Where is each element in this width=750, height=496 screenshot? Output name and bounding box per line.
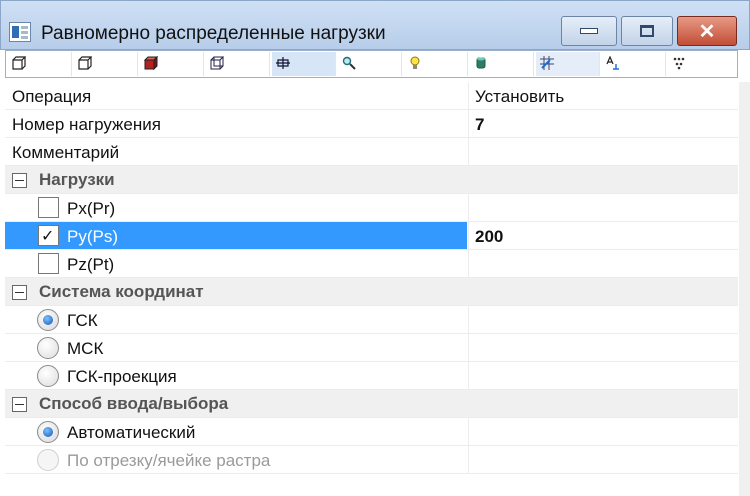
- tool-text-button[interactable]: [602, 52, 666, 76]
- maximize-button[interactable]: [621, 16, 673, 46]
- input-method-category-label: Способ ввода/выбора: [39, 394, 229, 413]
- load-py-row[interactable]: ✓ Py(Ps) 200: [5, 222, 738, 250]
- loads-category[interactable]: Нагрузки: [5, 166, 738, 194]
- tool-cube-button[interactable]: [8, 52, 72, 76]
- gsk-radio[interactable]: [37, 309, 59, 331]
- segment-cell-radio: [37, 449, 59, 471]
- toolbar: [5, 50, 738, 78]
- bulb-icon: [410, 56, 420, 69]
- collapse-icon[interactable]: [12, 397, 27, 412]
- automatic-label: Автоматический: [67, 423, 196, 442]
- comment-label: Комментарий: [12, 143, 120, 162]
- segment-cell-label: По отрезку/ячейке растра: [67, 451, 271, 470]
- cylinder-icon: [476, 57, 486, 69]
- app-window-icon: [9, 22, 31, 42]
- maximize-icon: [640, 25, 654, 37]
- load-number-value[interactable]: 7: [475, 115, 484, 135]
- load-number-label: Номер нагружения: [12, 115, 161, 134]
- close-icon: ✕: [698, 20, 716, 43]
- title-bar: Равномерно распределенные нагрузки ✕: [0, 0, 750, 50]
- gsk-label: ГСК: [67, 311, 98, 330]
- cube-outline-icon: [78, 56, 92, 70]
- dots-icon: [673, 57, 685, 70]
- tool-cube-wire-button[interactable]: [206, 52, 270, 76]
- text-icon: [606, 56, 619, 70]
- operation-row[interactable]: Операция Установить: [5, 82, 738, 110]
- px-checkbox[interactable]: [38, 197, 59, 218]
- collapse-icon[interactable]: [12, 173, 27, 188]
- grid-brush-icon: [540, 56, 554, 70]
- gsk-projection-radio[interactable]: [37, 365, 59, 387]
- load-pz-row[interactable]: Pz(Pt): [5, 250, 738, 278]
- segment-cell-row: По отрезку/ячейке растра: [5, 446, 738, 474]
- load-number-row[interactable]: Номер нагружения 7: [5, 110, 738, 138]
- cube-wire-icon: [210, 56, 224, 70]
- pz-label: Pz(Pt): [67, 255, 115, 274]
- tool-grid-button[interactable]: [272, 52, 336, 76]
- tool-magnifier-button[interactable]: [338, 52, 402, 76]
- tool-grid-brush-button[interactable]: [536, 52, 600, 76]
- scroll-edge: [739, 82, 750, 496]
- magnifier-icon: [342, 56, 356, 70]
- cube-red-icon: [144, 56, 158, 70]
- load-px-row[interactable]: Px(Pr): [5, 194, 738, 222]
- pz-checkbox[interactable]: [38, 253, 59, 274]
- minimize-button[interactable]: [561, 16, 617, 46]
- px-label: Px(Pr): [67, 199, 116, 218]
- tool-cube-red-button[interactable]: [140, 52, 204, 76]
- grid-icon: [276, 57, 290, 69]
- msk-row[interactable]: МСК: [5, 334, 738, 362]
- tool-dots-button[interactable]: [668, 52, 732, 76]
- gsk-projection-label: ГСК-проекция: [67, 367, 177, 386]
- input-method-category[interactable]: Способ ввода/выбора: [5, 390, 738, 418]
- py-value[interactable]: 200: [475, 227, 503, 247]
- gsk-projection-row[interactable]: ГСК-проекция: [5, 362, 738, 390]
- collapse-icon[interactable]: [12, 285, 27, 300]
- loads-category-label: Нагрузки: [39, 170, 115, 189]
- automatic-radio[interactable]: [37, 421, 59, 443]
- operation-value[interactable]: Установить: [475, 87, 564, 107]
- property-grid: Операция Установить Номер нагружения 7 К…: [5, 82, 738, 474]
- cube-icon: [12, 56, 26, 70]
- msk-label: МСК: [67, 339, 104, 358]
- close-button[interactable]: ✕: [677, 16, 737, 46]
- tool-bulb-button[interactable]: [404, 52, 468, 76]
- gsk-row[interactable]: ГСК: [5, 306, 738, 334]
- coord-system-category[interactable]: Система координат: [5, 278, 738, 306]
- minimize-icon: [580, 28, 598, 34]
- tool-cylinder-button[interactable]: [470, 52, 534, 76]
- operation-label: Операция: [12, 87, 92, 106]
- automatic-row[interactable]: Автоматический: [5, 418, 738, 446]
- coord-system-category-label: Система координат: [39, 282, 204, 301]
- checkmark-icon: ✓: [41, 228, 55, 245]
- msk-radio[interactable]: [37, 337, 59, 359]
- window-title: Равномерно распределенные нагрузки: [41, 23, 386, 44]
- py-label: Py(Ps): [67, 227, 118, 246]
- tool-cube-outline-button[interactable]: [74, 52, 138, 76]
- comment-row[interactable]: Комментарий: [5, 138, 738, 166]
